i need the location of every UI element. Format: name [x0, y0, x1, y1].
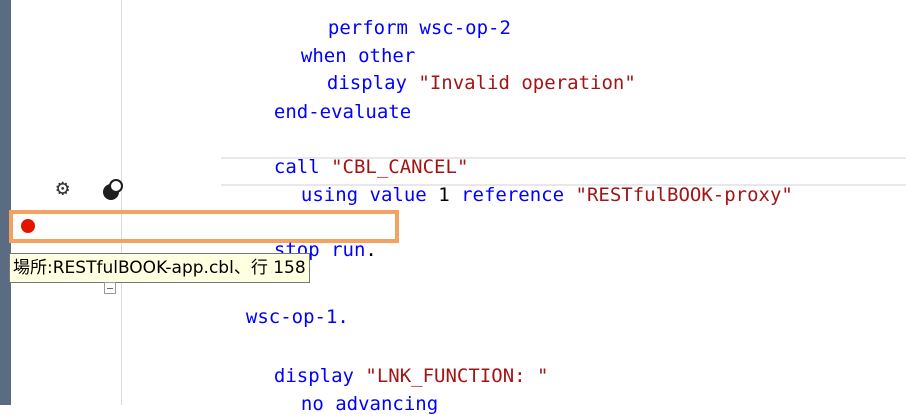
collapse-icon[interactable] — [104, 282, 116, 294]
keyword-reference: reference — [461, 184, 565, 206]
code-line-perform[interactable]: perform wsc-op-2 — [305, 0, 511, 39]
number-one: 1 — [438, 184, 450, 206]
code-line-wsc-op-1[interactable]: wsc-op-1. — [223, 280, 349, 328]
code-line-display-invalid[interactable]: display "Invalid operation" — [304, 46, 636, 94]
period: . — [365, 239, 377, 261]
gear-icon[interactable]: ⚙ — [56, 178, 69, 200]
code-line-when-other[interactable]: when other — [278, 19, 415, 67]
string-proxy: "RESTfulBOOK-proxy" — [575, 184, 793, 206]
keyword-end-evaluate: end-evaluate — [273, 101, 412, 123]
code-line-call[interactable]: call "CBL_CANCEL" — [251, 130, 469, 178]
keyword-using: using — [300, 184, 359, 206]
code-line-using[interactable]: using value 1 reference "RESTfulBOOK-pro… — [278, 158, 793, 206]
editor-left-border — [0, 0, 11, 405]
breakpoint-glyph-toolbar: ⚙ — [50, 176, 140, 204]
code-line-no-advancing[interactable]: no advancing — [278, 367, 438, 415]
code-line-display-lnk[interactable]: display "LNK_FUNCTION: " — [251, 339, 549, 387]
code-line-end-evaluate[interactable]: end-evaluate — [251, 75, 411, 123]
keyword-value: value — [369, 184, 427, 206]
keyword-no-advancing: no advancing — [300, 393, 439, 415]
breakpoint-location-tooltip: 場所:RESTfulBOOK-app.cbl、行 158 — [9, 253, 310, 283]
code-line-stop-run[interactable]: stop run. — [251, 213, 377, 261]
string-invalid-operation: "Invalid operation" — [418, 72, 636, 94]
breakpoint-toggle-icon[interactable] — [100, 178, 124, 202]
paragraph-wsc-op-1: wsc-op-1. — [245, 306, 349, 328]
